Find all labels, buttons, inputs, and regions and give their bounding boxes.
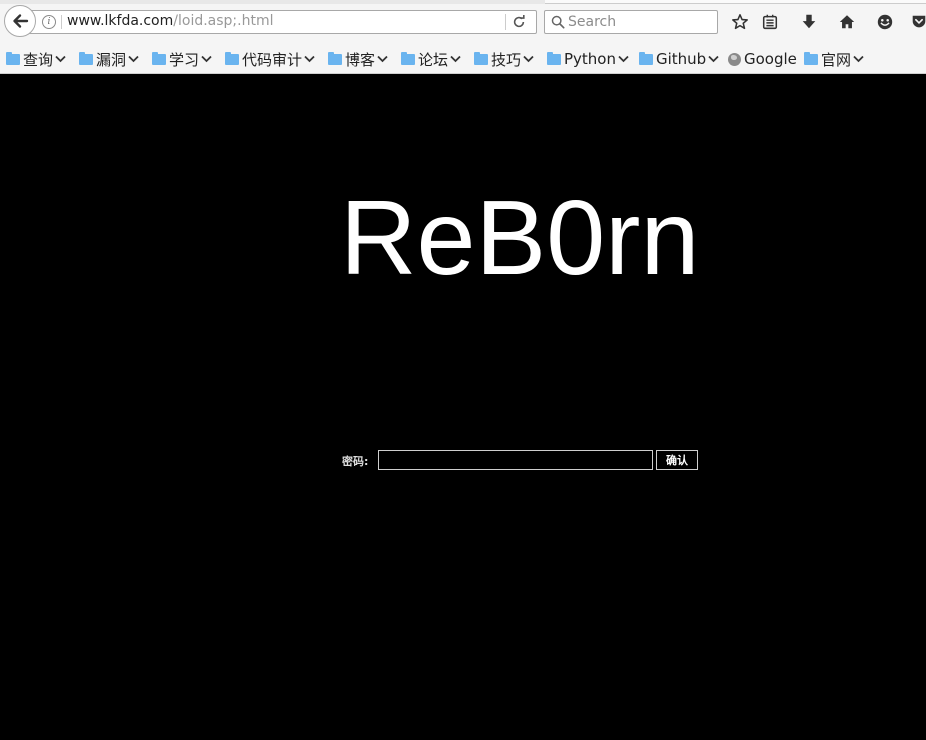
url-text[interactable]: www.lkfda.com/loid.asp;.html xyxy=(67,13,273,29)
bookmark-label: 官网 xyxy=(821,50,852,69)
confirm-button[interactable]: 确认 xyxy=(656,450,698,470)
tab-strip xyxy=(0,0,926,4)
password-label: 密码: xyxy=(342,455,369,468)
bookmark-label: 博客 xyxy=(345,50,376,69)
bookmark-label: Python xyxy=(564,50,616,68)
url-bar[interactable]: i www.lkfda.com/loid.asp;.html xyxy=(20,10,537,34)
chevron-down-icon xyxy=(450,55,461,63)
bookmark-label: 查询 xyxy=(23,50,54,69)
password-input[interactable] xyxy=(378,450,653,470)
bookmark-folder[interactable]: 学习 xyxy=(152,49,212,69)
bookmark-folder[interactable]: 博客 xyxy=(328,49,388,69)
bookmark-folder[interactable]: Github xyxy=(639,49,719,69)
search-icon xyxy=(551,15,565,29)
info-icon[interactable]: i xyxy=(42,15,56,29)
reading-list-icon xyxy=(762,14,778,30)
bookmark-label: Google xyxy=(744,50,797,68)
bookmark-star-button[interactable] xyxy=(729,11,751,33)
site-logo-text: ReB0rn xyxy=(340,179,700,297)
back-button[interactable] xyxy=(4,5,36,37)
folder-icon xyxy=(79,51,93,65)
chevron-down-icon xyxy=(708,55,719,63)
chevron-down-icon xyxy=(201,55,212,63)
folder-icon xyxy=(328,51,342,65)
folder-icon xyxy=(401,51,415,65)
bookmark-label: Github xyxy=(656,50,707,68)
folder-icon xyxy=(547,51,561,65)
reading-list-button[interactable] xyxy=(759,11,781,33)
chevron-down-icon xyxy=(55,55,66,63)
folder-icon xyxy=(6,51,20,65)
pocket-icon xyxy=(912,15,926,28)
page-content: ReB0rn 密码: 确认 xyxy=(0,75,926,740)
bookmark-folder[interactable]: 论坛 xyxy=(401,49,461,69)
chevron-down-icon xyxy=(128,55,139,63)
chevron-down-icon xyxy=(523,55,534,63)
folder-icon xyxy=(474,51,488,65)
hello-button[interactable] xyxy=(874,11,896,33)
home-button[interactable] xyxy=(836,11,858,33)
download-icon xyxy=(802,14,816,29)
search-input[interactable] xyxy=(568,12,708,32)
emoji-icon xyxy=(877,14,893,30)
home-icon xyxy=(839,15,855,29)
globe-icon xyxy=(728,52,741,66)
back-arrow-icon xyxy=(13,14,29,28)
url-path: /loid.asp;.html xyxy=(173,13,274,29)
bookmark-link[interactable]: Google xyxy=(728,49,797,69)
downloads-button[interactable] xyxy=(798,11,820,33)
search-bar[interactable] xyxy=(544,10,718,34)
folder-icon xyxy=(225,51,239,65)
folder-icon xyxy=(804,51,818,65)
navigation-toolbar: i www.lkfda.com/loid.asp;.html xyxy=(0,0,926,43)
bookmarks-toolbar: 查询 漏洞 学习 代码审计 博客 论坛 技巧 Python Github Goo… xyxy=(0,43,926,74)
tab-edge[interactable] xyxy=(545,0,675,4)
star-icon xyxy=(732,14,748,30)
reload-icon[interactable] xyxy=(512,15,526,29)
folder-icon xyxy=(639,51,653,65)
bookmark-folder[interactable]: 技巧 xyxy=(474,49,534,69)
chevron-down-icon xyxy=(853,55,864,63)
bookmark-folder[interactable]: Python xyxy=(547,49,629,69)
reload-separator xyxy=(505,14,506,30)
folder-icon xyxy=(152,51,166,65)
chevron-down-icon xyxy=(377,55,388,63)
tab-edge[interactable] xyxy=(672,0,926,4)
chevron-down-icon xyxy=(618,55,629,63)
url-separator xyxy=(61,15,62,29)
url-domain: www.lkfda.com xyxy=(67,13,174,29)
bookmark-label: 技巧 xyxy=(491,50,522,69)
bookmark-label: 代码审计 xyxy=(242,50,303,69)
bookmark-label: 漏洞 xyxy=(96,50,127,69)
bookmark-label: 学习 xyxy=(169,50,200,69)
bookmark-folder[interactable]: 官网 xyxy=(804,49,864,69)
bookmark-label: 论坛 xyxy=(418,50,449,69)
pocket-button[interactable] xyxy=(910,11,926,33)
bookmark-folder[interactable]: 代码审计 xyxy=(225,49,315,69)
chevron-down-icon xyxy=(304,55,315,63)
bookmark-folder[interactable]: 漏洞 xyxy=(79,49,139,69)
bookmark-folder[interactable]: 查询 xyxy=(6,49,66,69)
